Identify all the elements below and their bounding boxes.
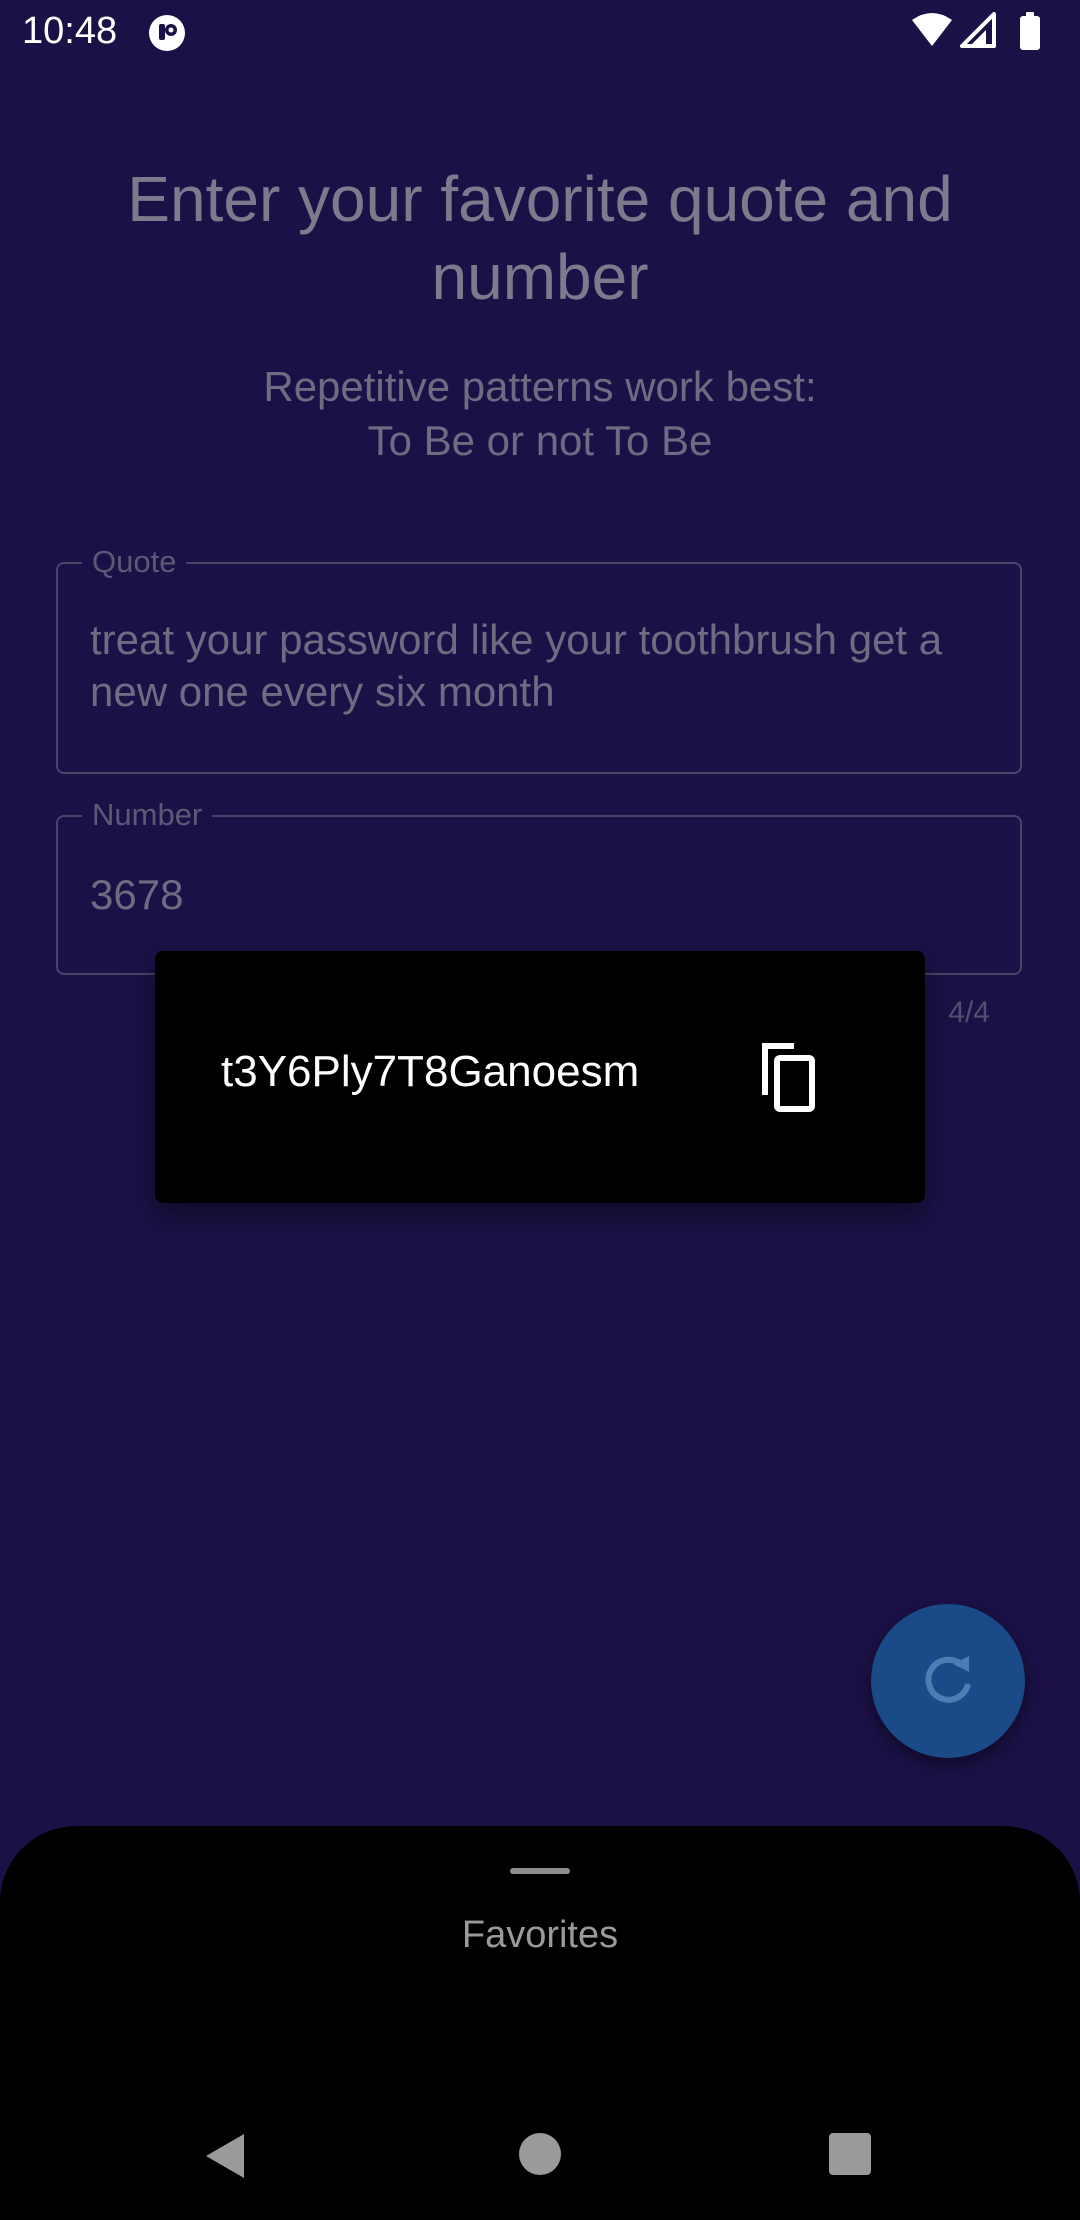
quote-field-label: Quote [82, 542, 187, 582]
refresh-icon [925, 1656, 971, 1703]
page-subtitle: Repetitive patterns work best: To Be or … [60, 360, 1020, 468]
recents-icon[interactable] [828, 2132, 872, 2176]
main-content: Enter your favorite quote and number Rep… [0, 0, 1080, 1820]
sheet-drag-handle[interactable] [510, 1868, 570, 1874]
number-character-counter: 4/4 [948, 996, 990, 1029]
quote-field[interactable]: Quote treat your password like your toot… [56, 542, 1022, 774]
home-icon[interactable] [518, 2132, 562, 2176]
subtitle-line-2: To Be or not To Be [367, 417, 713, 464]
favorites-title[interactable]: Favorites [0, 1914, 1080, 1957]
regenerate-button[interactable] [871, 1604, 1025, 1758]
number-input[interactable]: 3678 [90, 869, 990, 921]
subtitle-line-1: Repetitive patterns work best: [263, 363, 817, 410]
back-icon[interactable] [200, 2130, 252, 2182]
page-title: Enter your favorite quote and number [127, 163, 953, 313]
password-popup: t3Y6Ply7T8Ganoesm [155, 951, 925, 1203]
quote-input[interactable]: treat your password like your toothbrush… [90, 614, 990, 718]
copy-icon[interactable] [750, 1039, 822, 1119]
number-field-label: Number [82, 795, 213, 835]
generated-password: t3Y6Ply7T8Ganoesm [221, 1047, 640, 1096]
screen: 10:48 Enter your favorite quote and numb… [0, 0, 1080, 2220]
